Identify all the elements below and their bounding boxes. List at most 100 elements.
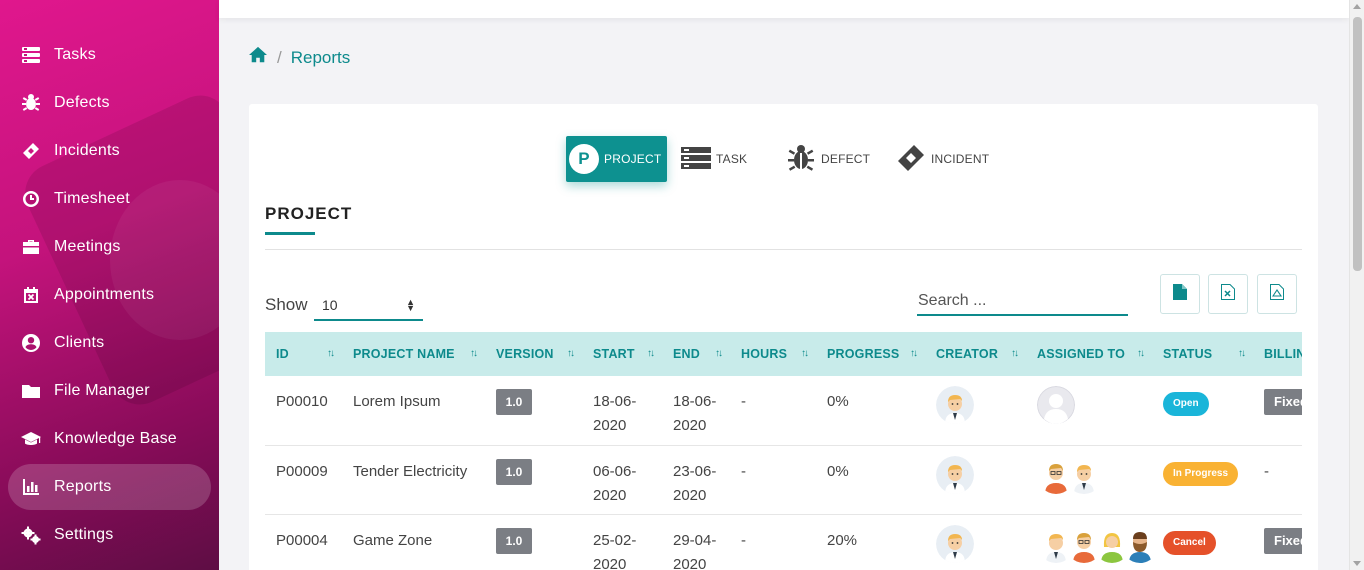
section-divider	[265, 249, 1302, 250]
pdf-icon	[1270, 283, 1284, 305]
creator-avatar[interactable]	[936, 455, 974, 494]
sidebar-item-defects[interactable]: Defects	[8, 80, 211, 126]
cell-end: 18-06-2020	[673, 393, 717, 434]
sort-icon[interactable]: ↑↓	[1011, 348, 1019, 359]
column-header-label: VERSION	[496, 347, 554, 361]
sort-icon[interactable]: ↑↓	[327, 348, 335, 359]
sidebar-item-label: Tasks	[54, 46, 96, 63]
cell-billing: Fixed	[1253, 514, 1302, 570]
sidebar-item-label: Defects	[54, 94, 110, 111]
column-header-label: HOURS	[741, 347, 788, 361]
scroll-down-arrow-icon[interactable]	[1353, 561, 1361, 566]
assignee-avatars	[1037, 524, 1159, 563]
table-row[interactable]: P00009 Tender Electricity 1.0 06-06-2020…	[265, 445, 1302, 514]
tab-project[interactable]: P PROJECT	[566, 136, 667, 182]
sidebar-item-reports[interactable]: Reports	[8, 464, 211, 510]
cell-start: 18-06-2020	[593, 393, 637, 434]
scrollbar-thumb[interactable]	[1353, 17, 1362, 271]
breadcrumb-current[interactable]: Reports	[291, 48, 351, 68]
sort-icon[interactable]: ↑↓	[567, 348, 575, 359]
sort-icon[interactable]: ↑↓	[647, 348, 655, 359]
clock-icon	[8, 189, 54, 209]
tab-task-label: TASK	[716, 152, 748, 166]
title-underline	[265, 232, 315, 235]
table-row[interactable]: P00004 Game Zone 1.0 25-02-2020 29-04-20…	[265, 514, 1302, 570]
sort-icon[interactable]: ↑↓	[1238, 348, 1246, 359]
column-header-label: ID	[276, 347, 289, 361]
sidebar-item-label: Incidents	[54, 142, 120, 159]
sidebar-item-appointments[interactable]: Appointments	[8, 272, 211, 318]
column-header-id[interactable]: ID ↑↓	[265, 332, 342, 376]
export-file-button[interactable]	[1160, 274, 1200, 314]
excel-icon	[1221, 283, 1235, 305]
column-header-label: BILLING	[1264, 347, 1302, 361]
column-header-assigned-to[interactable]: ASSIGNED TO ↑↓	[1026, 332, 1152, 376]
export-excel-button[interactable]	[1208, 274, 1248, 314]
cell-creator	[925, 514, 1026, 570]
creator-avatar[interactable]	[936, 524, 974, 563]
tab-incident[interactable]: INCIDENT	[890, 136, 995, 182]
default-user-avatar[interactable]	[1037, 386, 1075, 424]
cell-project-name: Game Zone	[353, 531, 433, 549]
cell-hours: -	[741, 531, 746, 549]
sidebar-item-meetings[interactable]: Meetings	[8, 224, 211, 270]
sidebar-item-label: Clients	[54, 334, 105, 351]
assignee-avatar[interactable]	[1065, 455, 1103, 494]
page-scrollbar[interactable]	[1349, 0, 1364, 570]
sidebar-item-label: File Manager	[54, 382, 150, 399]
cell-id: P00009	[276, 462, 328, 480]
cell-billing: -	[1264, 462, 1269, 480]
cell-id: P00004	[276, 531, 328, 549]
sidebar-item-knowledge-base[interactable]: Knowledge Base	[8, 416, 211, 462]
breadcrumb: / Reports	[249, 46, 350, 69]
bug-icon	[8, 93, 54, 113]
sort-icon[interactable]: ↑↓	[1137, 348, 1145, 359]
scroll-up-arrow-icon[interactable]	[1353, 4, 1361, 9]
assignee-avatars	[1037, 455, 1103, 494]
home-icon[interactable]	[249, 46, 267, 69]
cell-hours: -	[741, 393, 746, 410]
search-input[interactable]	[917, 287, 1128, 316]
file-icon	[1173, 283, 1187, 305]
tab-incident-label: INCIDENT	[931, 152, 990, 166]
sort-icon[interactable]: ↑↓	[910, 348, 918, 359]
cell-creator	[925, 445, 1026, 514]
cell-assigned-to	[1026, 445, 1152, 514]
sort-icon[interactable]: ↑↓	[470, 348, 478, 359]
column-header-label: CREATOR	[936, 347, 999, 361]
cell-version: 1.0	[485, 445, 582, 514]
sidebar-item-settings[interactable]: Settings	[8, 512, 211, 558]
sort-icon[interactable]: ↑↓	[801, 348, 809, 359]
column-header-hours[interactable]: HOURS ↑↓	[730, 332, 816, 376]
tab-task[interactable]: TASK	[675, 136, 780, 182]
sidebar-item-clients[interactable]: Clients	[8, 320, 211, 366]
column-header-label: PROJECT NAME	[353, 347, 455, 361]
sidebar-item-file-manager[interactable]: File Manager	[8, 368, 211, 414]
cell-start: 06-06-2020	[593, 462, 637, 504]
version-badge: 1.0	[496, 527, 532, 554]
sidebar-item-label: Appointments	[54, 286, 155, 303]
column-header-project-name[interactable]: PROJECT NAME ↑↓	[342, 332, 485, 376]
export-pdf-button[interactable]	[1257, 274, 1297, 314]
column-header-creator[interactable]: CREATOR ↑↓	[925, 332, 1026, 376]
sidebar-item-incidents[interactable]: Incidents	[8, 128, 211, 174]
assignee-avatar[interactable]	[1121, 524, 1159, 563]
column-header-progress[interactable]: PROGRESS ↑↓	[816, 332, 925, 376]
status-badge: Cancel	[1163, 530, 1216, 555]
tab-defect[interactable]: DEFECT	[780, 136, 890, 182]
report-type-tabs: P PROJECT TASK DEFECT INCIDENT	[566, 136, 995, 182]
creator-avatar[interactable]	[936, 386, 974, 424]
column-header-status[interactable]: STATUS ↑↓	[1152, 332, 1253, 376]
sidebar-item-timesheet[interactable]: Timesheet	[8, 176, 211, 222]
sidebar-item-tasks[interactable]: Tasks	[8, 32, 211, 78]
table-row[interactable]: P00010 Lorem Ipsum 1.0 18-06-2020 18-06-…	[265, 376, 1302, 445]
column-header-start[interactable]: START ↑↓	[582, 332, 662, 376]
column-header-end[interactable]: END ↑↓	[662, 332, 730, 376]
sidebar: Tasks Defects Incidents Timesheet Meetin…	[0, 0, 219, 570]
tasks-icon	[8, 45, 54, 65]
cell-progress: 0%	[827, 393, 849, 410]
column-header-billing[interactable]: BILLING	[1253, 332, 1302, 376]
column-header-version[interactable]: VERSION ↑↓	[485, 332, 582, 376]
sort-icon[interactable]: ↑↓	[715, 348, 723, 359]
show-entries-select[interactable]: 10 ▲ ▼	[314, 291, 423, 321]
